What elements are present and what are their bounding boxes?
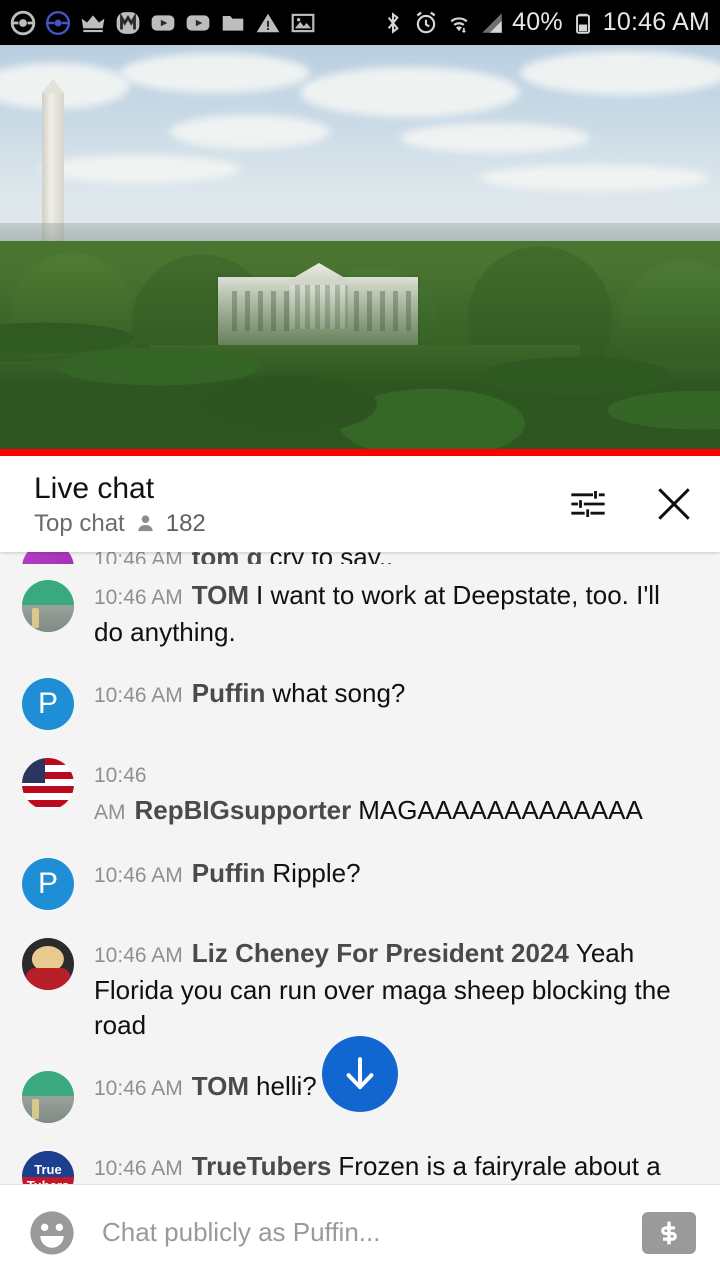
battery-percent-label: 40%: [512, 8, 563, 36]
chat-title-block: Live chat Top chat 182: [34, 472, 206, 537]
avatar-label-bottom: Tubers: [22, 1179, 74, 1184]
chat-message-row[interactable]: True Tubers 10:46 AMTrueTubersFrozen is …: [0, 1135, 720, 1184]
warning-triangle-icon: [256, 13, 280, 32]
message-timestamp: 10:46 AM: [94, 864, 183, 887]
avatar[interactable]: [22, 938, 74, 990]
tune-sliders-icon: [571, 491, 605, 517]
emoji-smiley-icon: [30, 1210, 74, 1255]
message-timestamp: 10:46 AM: [94, 1157, 183, 1180]
avatar[interactable]: P: [22, 858, 74, 910]
cloud: [400, 123, 590, 153]
message-body: 10:46 AM Puffin what song?: [94, 674, 405, 713]
pokeball-icon: [10, 10, 36, 35]
avatar-initial: P: [37, 687, 58, 720]
avatar[interactable]: P: [22, 678, 74, 730]
message-author[interactable]: TOM: [192, 580, 249, 610]
header-actions: [566, 482, 696, 526]
live-chat-header: Live chat Top chat 182: [0, 456, 720, 552]
wifi-icon: [450, 16, 468, 33]
cell-signal-icon: [482, 12, 502, 33]
message-timestamp: 10:46 AM: [94, 1077, 183, 1100]
chat-message-row[interactable]: P 10:46 AM Puffin what song?: [0, 662, 720, 742]
message-body: 10:46 AM TrueTubers Frozen is a fairyrale …: [94, 1147, 690, 1184]
cloud: [300, 67, 520, 117]
message-body: 10:46 AM TOM I want to work at Deepstate, …: [94, 576, 690, 650]
avatar[interactable]: [22, 580, 74, 632]
close-chat-button[interactable]: [652, 482, 696, 526]
emoji-button[interactable]: [26, 1207, 78, 1259]
message-text: cry to say..: [270, 552, 394, 564]
message-timestamp: 10:46 AM: [94, 586, 183, 609]
bluetooth-icon: [387, 11, 399, 34]
chat-message-row[interactable]: 10:46 AM RepBIGsupporter MAGAAAAAAAAAAAAA: [0, 742, 720, 842]
status-bar-system-icons: 40% 10:46 AM: [380, 8, 710, 37]
message-text: what song?: [272, 678, 406, 708]
avatar[interactable]: [22, 552, 74, 564]
status-bar: 40% 10:46 AM: [0, 0, 720, 45]
battery-icon: [575, 13, 590, 34]
cloud: [520, 51, 720, 95]
youtube-play-icon-2: [186, 14, 210, 31]
app-root: 40% 10:46 AM Live chat Top chat 182 10:4…: [0, 0, 720, 1280]
person-icon: [138, 515, 153, 532]
foreground-trees: [0, 262, 720, 452]
chat-subtitle[interactable]: Top chat 182: [34, 509, 206, 537]
pokeball-outline-icon: [45, 10, 71, 35]
message-timestamp: 10:46 AM: [94, 944, 183, 967]
chat-input-bar: [0, 1184, 720, 1280]
avatar[interactable]: [22, 1071, 74, 1123]
avatar[interactable]: [22, 758, 74, 810]
message-author[interactable]: Puffin: [192, 678, 266, 708]
chat-message-row[interactable]: 10:46 AM tom q cry to say..: [0, 552, 720, 564]
message-timestamp: 10:46 AM: [94, 684, 183, 707]
alarm-icon: [416, 11, 436, 33]
video-player[interactable]: [0, 45, 720, 456]
avatar[interactable]: True Tubers: [22, 1151, 74, 1184]
viewer-count-label: 182: [165, 509, 206, 537]
chat-input[interactable]: [102, 1217, 626, 1248]
message-author[interactable]: TrueTubers: [192, 1151, 332, 1181]
chat-message-row[interactable]: 10:46 AM TOM I want to work at Deepstate, …: [0, 564, 720, 662]
message-body: 10:46 AM TOM helli?: [94, 1067, 317, 1106]
close-x-icon: [658, 488, 690, 520]
chat-message-row[interactable]: P 10:46 AM Puffin Ripple?: [0, 842, 720, 922]
message-timestamp: 10:46 AM: [94, 552, 183, 564]
message-text: helli?: [256, 1071, 317, 1101]
youtube-play-icon: [151, 14, 175, 31]
cloud: [120, 53, 310, 93]
cloud: [40, 155, 240, 183]
chat-mode-label[interactable]: Top chat: [34, 510, 125, 537]
message-author[interactable]: RepBIGsupporter: [135, 795, 352, 825]
avatar-label-top: True: [34, 1162, 62, 1177]
image-icon: [291, 13, 315, 32]
page-title: Live chat: [34, 471, 155, 505]
message-author[interactable]: tom q: [192, 552, 263, 564]
arrow-down-icon: [346, 1057, 374, 1090]
status-bar-clock: 10:46 AM: [602, 8, 710, 36]
message-author[interactable]: Puffin: [192, 858, 266, 888]
cloud: [170, 115, 330, 149]
message-body: 10:46 AM tom q cry to say..: [94, 552, 393, 564]
message-body: 10:46 AM Liz Cheney For President 2024 Yea…: [94, 934, 690, 1043]
chat-filter-button[interactable]: [566, 482, 610, 526]
message-text: MAGAAAAAAAAAAAAA: [358, 795, 643, 825]
folder-icon: [222, 15, 244, 31]
monzo-m-icon: [116, 11, 140, 34]
video-progress-bar[interactable]: [0, 449, 720, 456]
message-body: 10:46 AM RepBIGsupporter MAGAAAAAAAAAAAAA: [94, 754, 690, 830]
crown-icon: [81, 14, 105, 32]
message-author[interactable]: TOM: [192, 1071, 249, 1101]
message-text: Ripple?: [272, 858, 361, 888]
avatar-initial: P: [37, 867, 58, 900]
scroll-to-bottom-button[interactable]: [322, 1036, 398, 1112]
super-chat-button[interactable]: [642, 1211, 696, 1254]
dollar-sign-icon: [661, 1221, 677, 1244]
status-bar-notification-icons: [10, 10, 316, 36]
chat-message-list[interactable]: 10:46 AMtom qcry to say.. 10:46 AMTOMI w…: [0, 552, 720, 1184]
cloud: [480, 165, 710, 191]
message-body: 10:46 AM Puffin Ripple?: [94, 854, 361, 893]
message-author[interactable]: Liz Cheney For President 2024: [192, 938, 569, 968]
